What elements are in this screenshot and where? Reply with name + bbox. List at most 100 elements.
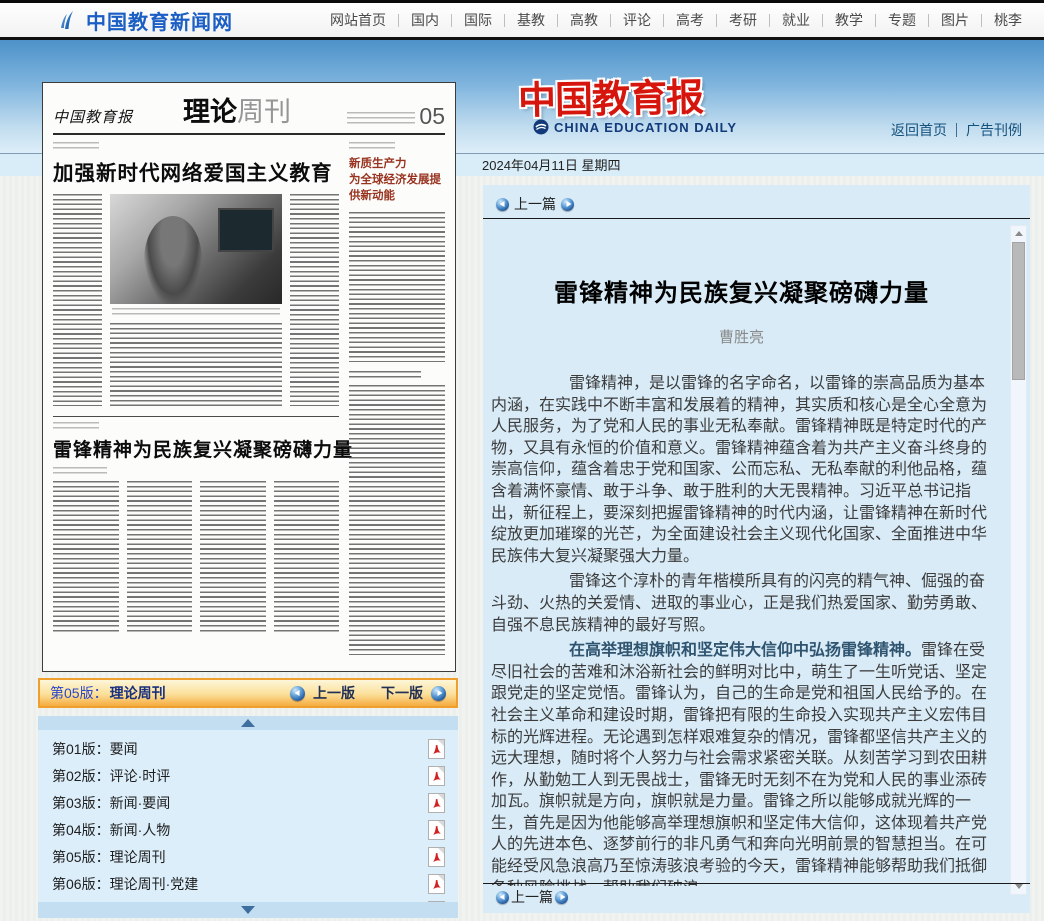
nav-item-kaoyan[interactable]: 考研 [717,10,769,30]
edition-link-05[interactable]: 第05版：理论周刊 [52,847,166,867]
paper-column-label [53,142,99,149]
edition-row: 第06版：理论周刊·党建 [38,870,458,897]
current-edition-name: 理论周刊 [110,683,166,703]
nav-item-higher-edu[interactable]: 高教 [558,10,610,30]
pdf-icon[interactable] [428,766,445,786]
prev-edition-icon[interactable] [290,686,305,701]
edition-label: 第01版： [52,741,110,757]
nav-item-comment[interactable]: 评论 [611,10,663,30]
edition-name: 评论·时评 [110,768,171,784]
article-title: 雷锋精神为民族复兴凝聚磅礴力量 [483,273,1000,308]
paper-headline-bottom: 雷锋精神为民族复兴凝聚磅礴力量 [53,435,339,462]
site-logo[interactable]: 中国教育新闻网 [56,6,233,35]
nav-item-international[interactable]: 国际 [452,10,504,30]
back-home-link[interactable]: 返回首页 [891,120,947,140]
nav-item-pictures[interactable]: 图片 [929,10,981,30]
edition-link-01[interactable]: 第01版：要闻 [52,739,138,759]
next-article-icon[interactable] [555,891,568,904]
paper-section-divider [53,416,339,417]
top-navigation-bar: 中国教育新闻网 网站首页 国内 国际 基教 高教 评论 高考 考研 就业 教学 … [0,3,1044,40]
article-nav-top: 上一篇 [496,194,574,214]
prev-article-icon[interactable] [496,198,509,211]
edition-label: 第04版： [52,822,110,838]
edition-link-06[interactable]: 第06版：理论周刊·党建 [52,874,198,894]
paragraph-lead: 在高举理想旗帜和坚定伟大信仰中弘扬雷锋精神。 [569,642,921,659]
nav-item-domestic[interactable]: 国内 [399,10,451,30]
prev-article-label[interactable]: 上一篇 [514,194,556,214]
scroll-down-strip[interactable] [38,902,458,918]
paper-headline-right-line2: 为全球经济发展提供新动能 [349,172,445,204]
link-separator [956,123,957,137]
paper-headline-top: 加强新时代网络爱国主义教育 [53,156,339,186]
paper-headline-right: 新质生产力 为全球经济发展提供新动能 [349,156,445,204]
newspaper-masthead-logo[interactable]: 中国教育报 [518,66,704,124]
edition-list: 第01版：要闻 第02版：评论·时评 第03版：新闻·要闻 第04版：新闻·人物… [38,730,458,918]
paper-body: 加强新时代网络爱国主义教育 雷锋精神为民族复兴凝聚磅礴力量 [53,140,445,660]
edition-row: 第02版：评论·时评 [38,762,458,789]
edition-link-04[interactable]: 第04版：新闻·人物 [52,820,170,840]
newspaper-thumbnail[interactable]: 中国教育报 理论周刊 05 加强新时代网络爱国主义教育 [42,82,456,672]
nav-item-gaokao[interactable]: 高考 [664,10,716,30]
ad-rates-link[interactable]: 广告刊例 [966,120,1022,140]
scroll-up-icon [241,719,255,727]
nav-item-special[interactable]: 专题 [876,10,928,30]
scrollbar-thumb[interactable] [1012,242,1025,380]
paper-text-block [349,212,445,362]
edition-row: 第05版：理论周刊 [38,843,458,870]
paper-photo-column [110,194,282,406]
date-text: 2024年04月11日 星期四 [482,158,621,173]
paper-photo [110,194,282,304]
pdf-icon[interactable] [428,820,445,840]
paper-top-columns [53,194,339,406]
edition-name: 新闻·要闻 [110,795,171,811]
photo-person-silhouette [144,216,202,304]
nav-item-taoli[interactable]: 桃李 [982,10,1034,30]
next-article-icon[interactable] [561,198,574,211]
main-menu: 网站首页 国内 国际 基教 高教 评论 高考 考研 就业 教学 专题 图片 桃李 [318,10,1034,30]
current-edition-label: 第05版： [50,683,108,703]
edition-name: 理论周刊·党建 [110,876,199,892]
article-paragraph: 雷锋这个淳朴的青年楷模所具有的闪亮的精气神、倔强的奋斗劲、火热的关爱情、进取的事… [491,571,991,636]
nav-item-teaching[interactable]: 教学 [823,10,875,30]
nav-item-home[interactable]: 网站首页 [318,10,398,30]
edition-row: 第04版：新闻·人物 [38,816,458,843]
daily-badge-icon [533,119,549,135]
prev-edition-button[interactable]: 上一版 [313,683,355,703]
site-logo-text: 中国教育新闻网 [86,6,233,35]
paper-left-region: 加强新时代网络爱国主义教育 雷锋精神为民族复兴凝聚磅礴力量 [53,140,339,660]
edition-label: 第06版： [52,876,110,892]
pdf-icon[interactable] [428,793,445,813]
pdf-icon[interactable] [428,739,445,759]
paper-section-title: 理论周刊 [149,97,325,127]
edition-label: 第02版： [52,768,110,784]
article-author: 曹胜亮 [483,326,1000,347]
nav-item-jobs[interactable]: 就业 [770,10,822,30]
paper-headline-right-line1: 新质生产力 [349,156,445,172]
edition-row: 第03版：新闻·要闻 [38,789,458,816]
article-divider-bottom [483,883,1030,884]
article-panel: 上一篇 雷锋精神为民族复兴凝聚磅礴力量 曹胜亮 雷锋精神，是以雷锋的名字命名，以… [483,185,1030,913]
paper-column-label [349,142,395,149]
pdf-icon[interactable] [428,874,445,894]
masthead-english: CHINA EDUCATION DAILY [533,119,737,135]
next-edition-button[interactable]: 下一版 [381,683,423,703]
pdf-icon[interactable] [428,847,445,867]
scroll-up-strip[interactable] [38,716,458,730]
paper-text-column [53,194,102,406]
paper-section-title-bold: 理论 [183,97,237,127]
paragraph-text: 雷锋在受尽旧社会的苦难和沐浴新社会的鲜明对比中，萌生了一生听党话、坚定跟党走的坚… [491,642,987,886]
scrollbar-up-arrow[interactable] [1015,231,1023,236]
prev-article-label[interactable]: 上一篇 [511,887,553,907]
next-edition-icon[interactable] [431,686,446,701]
article-body: 雷锋精神，是以雷锋的名字命名，以雷锋的崇高品质为基本内涵，在实践中不断丰富和发展… [491,373,991,886]
edition-name: 新闻·人物 [110,822,171,838]
edition-link-03[interactable]: 第03版：新闻·要闻 [52,793,170,813]
prev-article-icon[interactable] [496,891,509,904]
scrollbar-down-arrow[interactable] [1015,884,1023,889]
nav-item-basic-edu[interactable]: 基教 [505,10,557,30]
paper-page-info: 05 [325,105,445,127]
edition-label: 第03版： [52,795,110,811]
article-scrollbar[interactable] [1010,225,1027,895]
edition-name: 理论周刊 [110,849,166,865]
edition-link-02[interactable]: 第02版：评论·时评 [52,766,170,786]
